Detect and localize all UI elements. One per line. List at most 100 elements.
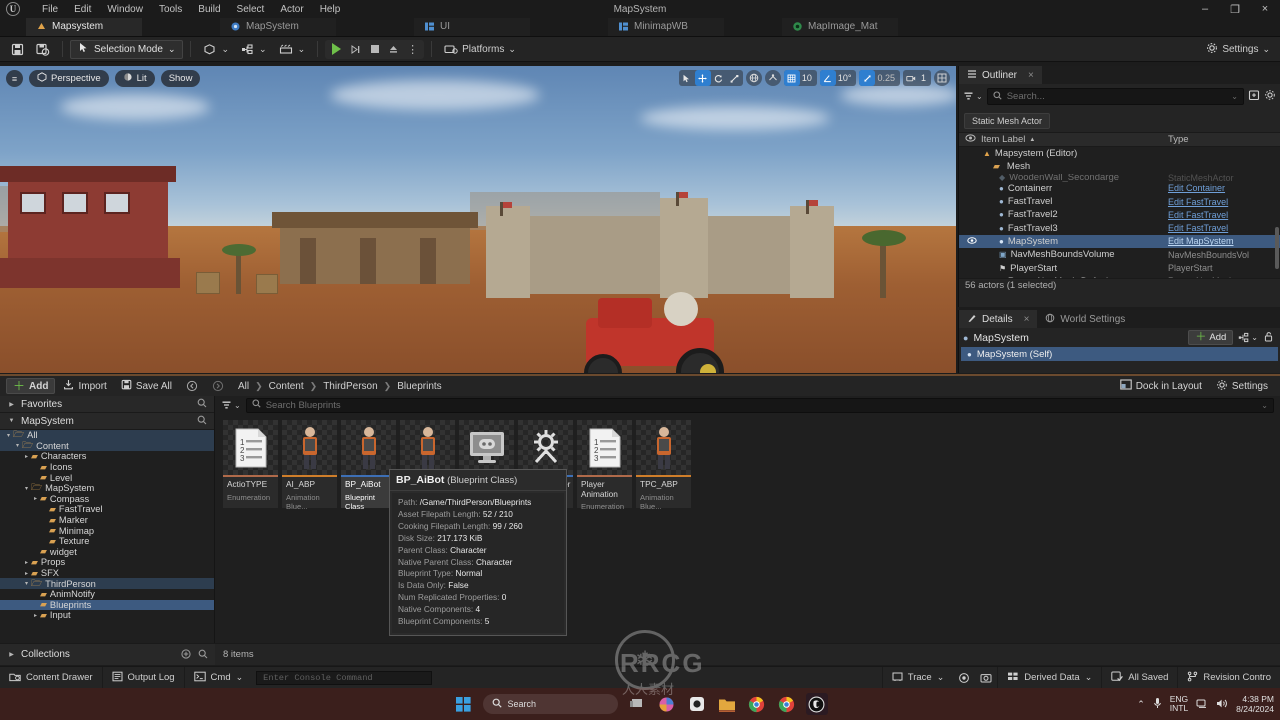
outliner-row[interactable]: ● FastTravel3 Edit FastTravel	[959, 221, 1280, 234]
menu-item-tools[interactable]: Tools	[151, 2, 190, 17]
asset-tile[interactable]: 1 2 3 Player Animation Enumeration	[577, 420, 632, 511]
scale-icon[interactable]	[727, 70, 743, 86]
close-icon[interactable]: ×	[1024, 314, 1030, 325]
asset-tile[interactable]: 1 2 3 ActioTYPE Enumeration	[223, 420, 278, 508]
chevron-down-icon[interactable]: ▾	[22, 580, 31, 587]
tab-ui-widget[interactable]: UI	[414, 17, 530, 36]
eye-icon[interactable]	[959, 134, 981, 145]
chevron-right-icon[interactable]: ▸	[22, 453, 31, 460]
filter-chip-static-mesh-actor[interactable]: Static Mesh Actor	[964, 113, 1051, 129]
menu-item-help[interactable]: Help	[312, 2, 349, 17]
asset-tile[interactable]: BP_AiBot Blueprint Class	[341, 420, 396, 511]
folder-tree[interactable]: ▾ 🗁 All ▾ 🗁 Content ▸ ▰ Characters ▰ Icons ▰ Level ▾ 🗁…	[0, 429, 214, 621]
outliner-scrollbar[interactable]	[1275, 227, 1279, 269]
perspective-button[interactable]: Perspective	[29, 70, 109, 87]
tree-node-marker[interactable]: ▰ Marker	[0, 515, 214, 526]
outliner-row[interactable]: ⚑ PlayerStart PlayerStart	[959, 261, 1280, 274]
outliner-row[interactable]: ▲ Mapsystem (Editor)	[959, 147, 1280, 160]
outliner-row[interactable]: ●RecastNavMesh-Default RecastNavMesh	[959, 275, 1280, 278]
chrome-canary-icon[interactable]	[776, 693, 798, 715]
selection-mode-button[interactable]: Selection Mode ⌄	[70, 39, 184, 59]
tree-node-texture[interactable]: ▰ Texture	[0, 536, 214, 547]
camera-speed-group[interactable]: 1	[902, 70, 931, 86]
surface-snap-icon[interactable]	[764, 70, 781, 86]
scale-snap-group[interactable]: 0.25	[859, 70, 900, 86]
tab-mapsystem-level[interactable]: Mapsystem	[26, 17, 142, 36]
outliner-row[interactable]: ● FastTravel Edit FastTravel	[959, 195, 1280, 208]
chevron-down-icon[interactable]: ▾	[13, 442, 22, 449]
cb-add-button[interactable]: ＋ Add	[6, 378, 56, 394]
angle-icon[interactable]	[819, 70, 836, 86]
tab-minimapwb[interactable]: MinimapWB	[608, 17, 724, 36]
tree-node-input[interactable]: ▸ ▰ Input	[0, 610, 214, 621]
windows-start-icon[interactable]	[453, 693, 475, 715]
cb-forward-button[interactable]	[206, 378, 230, 394]
eye-icon[interactable]	[963, 236, 981, 247]
chevron-down-icon[interactable]: ▾	[4, 432, 13, 439]
outliner-row[interactable]: ▣ NavMeshBoundsVolume NavMeshBoundsVol	[959, 248, 1280, 261]
column-item-label[interactable]: Item Label	[981, 134, 1025, 145]
outliner-row-selected[interactable]: ● MapSystem Edit MapSystem	[959, 234, 1280, 249]
menu-item-window[interactable]: Window	[99, 2, 151, 17]
menu-item-build[interactable]: Build	[190, 2, 228, 17]
revision-control-button[interactable]: Revision Contro	[1178, 667, 1280, 689]
cb-settings-button[interactable]: Settings	[1210, 378, 1274, 394]
outliner-row[interactable]: ● Containerr Edit Container	[959, 182, 1280, 195]
chrome-icon[interactable]	[746, 693, 768, 715]
language-indicator[interactable]: ENG INTL	[1170, 695, 1188, 713]
components-icon[interactable]: ⌄	[1238, 332, 1258, 343]
asset-tile[interactable]: AI_ABP Animation Blue...	[282, 420, 337, 511]
add-actor-button[interactable]: ⌄	[198, 40, 234, 59]
taskbar-search-input[interactable]: Search	[482, 694, 618, 714]
add-collection-icon[interactable]	[181, 648, 191, 661]
lit-button[interactable]: Lit	[114, 70, 155, 87]
outliner-rows[interactable]: ▲ Mapsystem (Editor) ▰ Mesh ◆ WoodenWall_Se…	[959, 147, 1280, 278]
tree-node-content[interactable]: ▾ 🗁 Content	[0, 440, 214, 452]
cinematics-button[interactable]: ⌄	[274, 40, 311, 59]
volume-icon[interactable]	[1216, 698, 1228, 711]
world-coords-icon[interactable]	[745, 70, 762, 86]
snapshot-button[interactable]	[975, 666, 999, 689]
camera-icon[interactable]	[903, 70, 919, 86]
microphone-icon[interactable]	[1153, 697, 1162, 711]
mapsystem-source-section[interactable]: ▼ MapSystem	[0, 413, 214, 430]
play-button[interactable]	[327, 40, 346, 59]
cb-save-all-button[interactable]: Save All	[115, 378, 178, 394]
viewport-menu-icon[interactable]: ≡	[6, 70, 23, 87]
search-icon[interactable]	[197, 415, 207, 427]
close-icon[interactable]: ×	[1028, 70, 1034, 81]
chevron-right-icon[interactable]: ▸	[31, 612, 40, 619]
asset-tile-grid[interactable]: 1 2 3 ActioTYPE Enumeration AI_ABP Animation B…	[215, 414, 1280, 511]
asset-tile[interactable]: TPC_ABP Animation Blue...	[636, 420, 691, 511]
outliner-search-input[interactable]: Search... ⌄	[986, 88, 1244, 105]
chevron-right-icon[interactable]: ▸	[22, 570, 31, 577]
favorites-section[interactable]: ▶ Favorites	[0, 396, 214, 413]
unreal-icon[interactable]	[805, 693, 828, 715]
grid-snap-group[interactable]: 10	[783, 70, 817, 86]
menu-item-edit[interactable]: Edit	[66, 2, 99, 17]
chevron-right-icon[interactable]: ▶	[7, 401, 16, 408]
add-component-button[interactable]: ＋ Add	[1188, 330, 1234, 345]
menu-item-actor[interactable]: Actor	[272, 2, 311, 17]
eject-button[interactable]	[384, 40, 403, 59]
breadcrumb-thirdperson[interactable]: ThirdPerson	[323, 381, 377, 392]
tree-node-icons[interactable]: ▰ Icons	[0, 462, 214, 473]
collections-section[interactable]: ▶ Collections	[0, 643, 215, 665]
tree-node-thirdperson[interactable]: ▾ 🗁 ThirdPerson	[0, 578, 214, 589]
cmd-button[interactable]: Cmd ⌄	[185, 667, 253, 689]
chevron-right-icon[interactable]: ▸	[31, 495, 40, 502]
outliner-row[interactable]: ◆ WoodenWall_Secondarge StaticMeshActor	[959, 174, 1280, 182]
tab-mapsystem-blueprint[interactable]: MapSystem	[220, 17, 336, 36]
output-log-button[interactable]: Output Log	[103, 666, 185, 689]
tree-node-widget[interactable]: ▰ widget	[0, 546, 214, 558]
outliner-row[interactable]: ● FastTravel2 Edit FastTravel	[959, 208, 1280, 221]
details-self-row[interactable]: ● MapSystem (Self)	[961, 347, 1278, 361]
chevron-down-icon[interactable]: ▼	[7, 418, 16, 424]
task-view-icon[interactable]	[626, 693, 648, 715]
scale-snap-icon[interactable]	[859, 70, 876, 86]
stop-button[interactable]	[365, 40, 384, 59]
select-icon[interactable]	[679, 70, 695, 86]
column-type[interactable]: Type	[1168, 134, 1280, 145]
widgets-icon[interactable]	[686, 693, 708, 715]
breadcrumb-blueprints[interactable]: Blueprints	[397, 381, 441, 392]
